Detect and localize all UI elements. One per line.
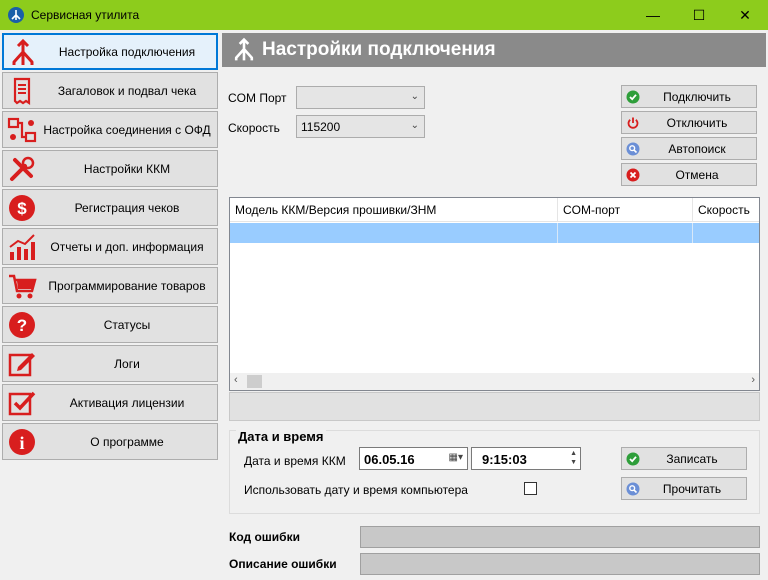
table-cell <box>558 223 693 243</box>
info-icon: i <box>9 429 35 455</box>
network-icon <box>7 117 37 143</box>
chevron-down-icon: ⌄ <box>410 120 419 131</box>
sidebar-item-about[interactable]: i О программе <box>2 423 218 460</box>
speed-label: Скорость <box>228 121 280 135</box>
sidebar-item-kkm-settings[interactable]: Настройки ККМ <box>2 150 218 187</box>
sidebar-item-label: Статусы <box>103 317 151 332</box>
sidebar-item-label: Логи <box>114 356 140 371</box>
sidebar-item-ofd-connection[interactable]: Настройка соединения с ОФД <box>2 111 218 148</box>
device-table[interactable]: Модель ККМ/Версия прошивки/ЗНМ COM-порт … <box>229 197 760 391</box>
check-circle-icon <box>626 90 640 104</box>
page-title: Настройки подключения <box>262 39 496 60</box>
app-icon <box>8 7 24 23</box>
sidebar-item-license-activation[interactable]: Активация лицензии <box>2 384 218 421</box>
time-spinner-icon[interactable]: ▲ ▼ <box>570 449 577 467</box>
sidebar-item-label: О программе <box>90 434 164 449</box>
sidebar-item-reports[interactable]: Отчеты и доп. информация <box>2 228 218 265</box>
close-button[interactable]: ✕ <box>722 0 768 30</box>
question-icon: ? <box>9 312 35 338</box>
connection-fork-icon <box>12 38 34 65</box>
sidebar-item-label: Активация лицензии <box>69 395 185 410</box>
use-pc-time-checkbox[interactable] <box>524 482 537 495</box>
com-port-label: COM Порт <box>228 91 287 105</box>
dollar-icon: $ <box>9 195 35 221</box>
datetime-group-title: Дата и время <box>236 429 326 444</box>
use-pc-time-label: Использовать дату и время компьютера <box>244 483 468 497</box>
search-icon <box>626 142 640 156</box>
receipt-icon <box>13 77 31 106</box>
connection-fork-icon <box>234 37 254 61</box>
table-header: Модель ККМ/Версия прошивки/ЗНМ COM-порт … <box>230 198 759 222</box>
cart-icon <box>9 274 37 299</box>
column-header-model[interactable]: Модель ККМ/Версия прошивки/ЗНМ <box>230 198 558 222</box>
read-button[interactable]: Прочитать <box>621 477 747 500</box>
edit-icon <box>8 353 35 377</box>
sidebar-item-connection-settings[interactable]: Настройка подключения <box>2 33 218 70</box>
page-header: Настройки подключения <box>222 33 766 67</box>
cancel-circle-icon <box>626 168 640 182</box>
scrollbar-thumb[interactable] <box>247 375 262 388</box>
search-icon <box>626 482 640 496</box>
sidebar-item-receipt-registration[interactable]: $ Регистрация чеков <box>2 189 218 226</box>
error-code-field <box>360 526 760 548</box>
main-panel: Настройки подключения COM Порт ⌄ Скорост… <box>222 33 766 580</box>
sidebar-item-label: Настройки ККМ <box>83 161 171 176</box>
write-button[interactable]: Записать <box>621 447 747 470</box>
kkm-datetime-label: Дата и время ККМ <box>244 454 346 468</box>
chart-icon <box>9 234 35 260</box>
scroll-left-icon[interactable]: ‹ <box>234 374 238 386</box>
column-header-speed[interactable]: Скорость <box>693 198 759 222</box>
sidebar-item-label: Отчеты и доп. информация <box>50 239 204 254</box>
sidebar-item-label: Программирование товаров <box>48 278 206 293</box>
sidebar-item-label: Настройка подключения <box>58 44 196 59</box>
error-description-field <box>360 553 760 575</box>
maximize-button[interactable]: ☐ <box>676 0 722 30</box>
minimize-button[interactable]: — <box>630 0 676 30</box>
connect-button[interactable]: Подключить <box>621 85 757 108</box>
sidebar-item-label: Загаловок и подвал чека <box>57 83 197 98</box>
tools-icon <box>10 156 35 181</box>
sidebar-item-logs[interactable]: Логи <box>2 345 218 382</box>
horizontal-scrollbar[interactable]: ‹ › <box>230 373 759 390</box>
sidebar-item-label: Регистрация чеков <box>74 200 180 215</box>
sidebar-item-goods-programming[interactable]: Программирование товаров <box>2 267 218 304</box>
error-code-label: Код ошибки <box>229 530 300 544</box>
sidebar-item-label: Настройка соединения с ОФД <box>43 122 211 137</box>
datetime-group: Дата и время <box>229 429 760 514</box>
error-description-label: Описание ошибки <box>229 557 337 571</box>
chevron-down-icon: ⌄ <box>410 91 419 102</box>
sidebar: Настройка подключения Загаловок и подвал… <box>2 33 218 462</box>
cancel-button[interactable]: Отмена <box>621 163 757 186</box>
scroll-right-icon[interactable]: › <box>751 374 755 386</box>
autosearch-button[interactable]: Автопоиск <box>621 137 757 160</box>
svg-text:?: ? <box>17 316 27 335</box>
sidebar-item-statuses[interactable]: ? Статусы <box>2 306 218 343</box>
table-row[interactable] <box>230 223 759 243</box>
status-bar <box>229 392 760 421</box>
checkbox-icon <box>8 391 36 416</box>
calendar-dropdown-icon[interactable]: ▦▾ <box>449 452 463 463</box>
time-picker[interactable]: 9:15:03 ▲ ▼ <box>471 447 581 470</box>
svg-text:$: $ <box>17 199 27 218</box>
date-picker[interactable]: 06.05.16 ▦▾ <box>359 447 468 470</box>
window-title: Сервисная утилита <box>31 8 140 22</box>
speed-select[interactable]: 115200 ⌄ <box>296 115 425 138</box>
sidebar-item-receipt-header[interactable]: Загаловок и подвал чека <box>2 72 218 109</box>
power-icon <box>627 117 639 129</box>
check-circle-icon <box>626 452 640 466</box>
table-cell <box>230 223 558 243</box>
disconnect-button[interactable]: Отключить <box>621 111 757 134</box>
title-bar: Сервисная утилита — ☐ ✕ <box>0 0 768 30</box>
column-header-com-port[interactable]: COM-порт <box>558 198 693 222</box>
com-port-select[interactable]: ⌄ <box>296 86 425 109</box>
svg-text:i: i <box>19 433 24 453</box>
